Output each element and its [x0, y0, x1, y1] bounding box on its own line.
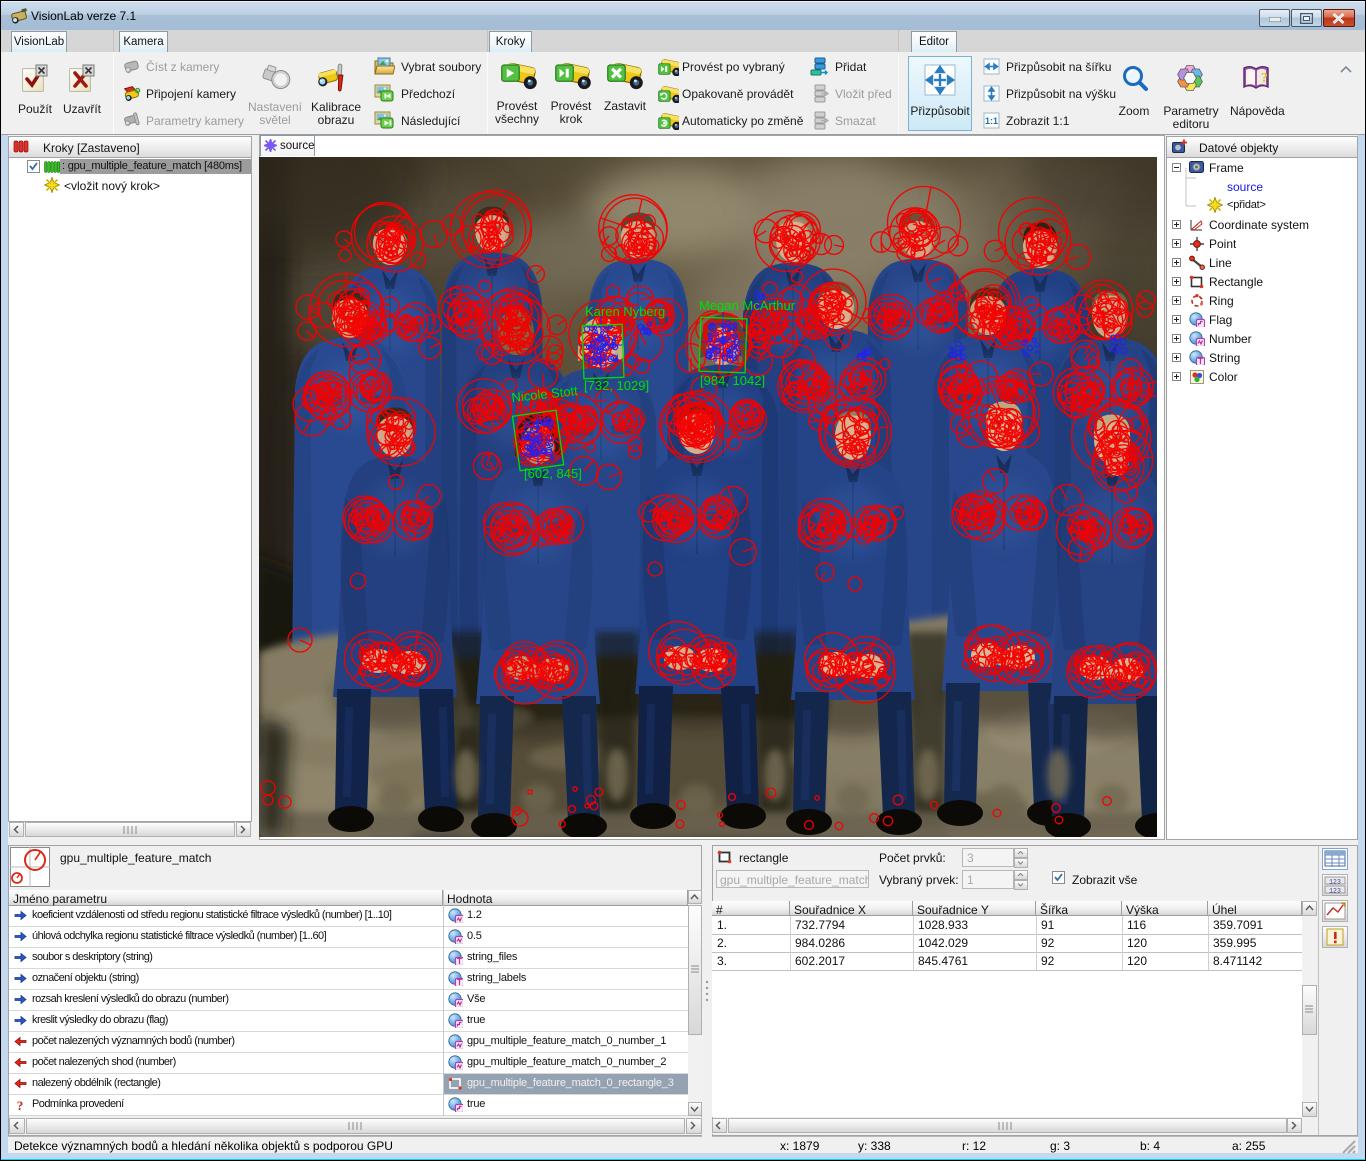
- svg-text:?: ?: [17, 1098, 24, 1112]
- svg-text:123: 123: [1329, 888, 1341, 895]
- svg-text:?: ?: [1261, 71, 1268, 86]
- svg-text:T: T: [1198, 356, 1204, 365]
- svg-text:Megan McArthur: Megan McArthur: [699, 298, 796, 313]
- svg-text:Karen Nyberg: Karen Nyberg: [585, 304, 665, 319]
- svg-text:T: T: [457, 956, 463, 965]
- svg-text:T: T: [457, 977, 463, 986]
- svg-text:123: 123: [1329, 879, 1341, 886]
- svg-text:1:1: 1:1: [985, 116, 998, 126]
- svg-text:[602, 845]: [602, 845]: [524, 466, 582, 481]
- svg-text:[732, 1029]: [732, 1029]: [584, 378, 649, 393]
- svg-text:[984, 1042]: [984, 1042]: [700, 373, 765, 388]
